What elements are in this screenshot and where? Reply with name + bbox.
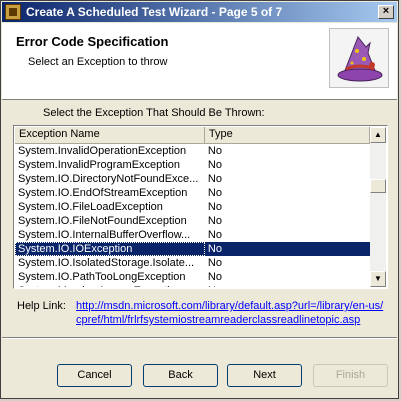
- list-row[interactable]: System.IO.IOException No: [15, 242, 370, 256]
- exception-name-cell: System.IO.EndOfStreamException: [18, 187, 188, 199]
- column-header-type[interactable]: Type: [205, 127, 370, 143]
- column-header-exception-name[interactable]: Exception Name: [15, 127, 205, 143]
- exception-type-cell: No: [207, 201, 222, 213]
- exception-type-cell: No: [207, 243, 222, 255]
- window-title: Create A Scheduled Test Wizard - Page 5 …: [26, 5, 283, 19]
- wizard-header: Error Code Specification Select an Excep…: [2, 23, 397, 100]
- finish-button[interactable]: Finish: [313, 364, 388, 387]
- exception-name-cell: System.IO.DirectoryNotFoundExce...: [18, 173, 199, 185]
- exception-type-cell: No: [207, 173, 222, 185]
- scroll-up-icon[interactable]: ▲: [370, 127, 386, 143]
- exception-name-cell: System.IO.FileNotFoundException: [18, 215, 187, 227]
- list-row[interactable]: System.IO.IsolatedStorage.Isolate... No: [15, 256, 370, 270]
- exception-type-cell: No: [205, 284, 370, 287]
- list-row[interactable]: System.IO.EndOfStreamException No: [15, 186, 370, 200]
- back-button[interactable]: Back: [143, 364, 218, 387]
- app-icon: [5, 4, 21, 20]
- list-row[interactable]: System.MemberAccessExceptionNo: [15, 284, 370, 287]
- exception-name-cell: System.IO.FileLoadException: [18, 201, 163, 213]
- list-row[interactable]: System.InvalidOperationException No: [15, 144, 370, 158]
- list-row[interactable]: System.InvalidProgramException No: [15, 158, 370, 172]
- list-row[interactable]: System.IO.DirectoryNotFoundExce... No: [15, 172, 370, 186]
- list-row[interactable]: System.IO.FileNotFoundException No: [15, 214, 370, 228]
- list-row[interactable]: System.IO.InternalBufferOverflow... No: [15, 228, 370, 242]
- exception-type-cell: No: [207, 229, 222, 241]
- close-button[interactable]: ×: [378, 5, 394, 19]
- exception-list[interactable]: Exception Name Type System.InvalidOperat…: [13, 125, 388, 289]
- exception-type-cell: No: [207, 159, 222, 171]
- exception-name-cell: System.IO.IsolatedStorage.Isolate...: [18, 257, 195, 269]
- wizard-window: Create A Scheduled Test Wizard - Page 5 …: [0, 0, 399, 399]
- vertical-scrollbar[interactable]: ▲ ▼: [370, 127, 386, 287]
- list-row[interactable]: System.IO.FileLoadException No: [15, 200, 370, 214]
- exception-type-cell: No: [207, 271, 222, 283]
- exception-name-cell: System.InvalidProgramException: [18, 159, 181, 171]
- scroll-thumb[interactable]: [370, 179, 386, 193]
- cancel-button[interactable]: Cancel: [57, 364, 132, 387]
- help-link-label: Help Link:: [17, 300, 66, 312]
- exception-type-cell: No: [207, 187, 222, 199]
- wizard-hat-icon: [329, 28, 389, 88]
- exception-name-cell: System.MemberAccessException: [15, 284, 205, 287]
- title-bar[interactable]: Create A Scheduled Test Wizard - Page 5 …: [2, 2, 397, 22]
- scroll-down-icon[interactable]: ▼: [370, 271, 386, 287]
- footer-divider: [2, 337, 397, 339]
- exception-list-label: Select the Exception That Should Be Thro…: [43, 107, 265, 119]
- help-link[interactable]: http://msdn.microsoft.com/library/defaul…: [76, 299, 386, 327]
- exception-name-cell: System.IO.InternalBufferOverflow...: [18, 229, 191, 241]
- list-row[interactable]: System.IO.PathTooLongException No: [15, 270, 370, 284]
- exception-type-cell: No: [207, 145, 222, 157]
- exception-type-cell: No: [207, 257, 222, 269]
- page-subtitle: Select an Exception to throw: [28, 56, 168, 68]
- exception-type-cell: No: [207, 215, 222, 227]
- list-header: Exception Name Type: [15, 127, 370, 144]
- next-button[interactable]: Next: [227, 364, 302, 387]
- page-title: Error Code Specification: [16, 34, 169, 49]
- exception-name-cell: System.IO.PathTooLongException: [18, 271, 186, 283]
- exception-name-cell: System.IO.IOException: [15, 242, 205, 256]
- exception-name-cell: System.InvalidOperationException: [18, 145, 187, 157]
